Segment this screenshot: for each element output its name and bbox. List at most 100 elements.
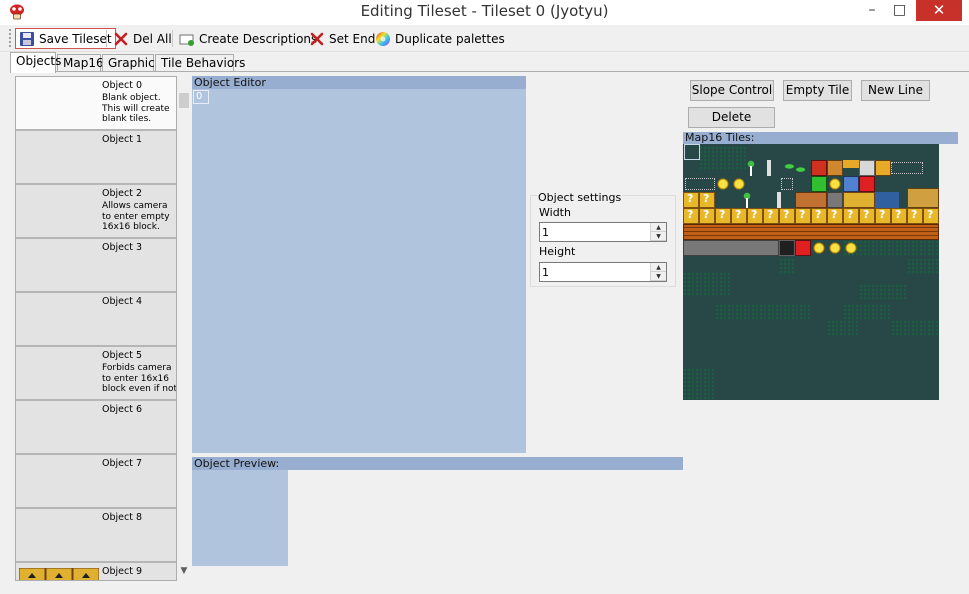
map16-tile[interactable] — [875, 208, 891, 224]
map16-tile[interactable] — [907, 258, 939, 274]
map16-tile[interactable] — [731, 176, 747, 192]
list-item-object-4[interactable]: Object 4 — [16, 293, 176, 347]
map16-tile[interactable] — [843, 192, 875, 208]
maximize-button[interactable]: □ — [886, 0, 913, 21]
list-item-object-3[interactable]: Object 3 — [16, 239, 176, 293]
map16-tile[interactable] — [843, 304, 891, 320]
map16-tile[interactable] — [827, 320, 859, 336]
map16-tile[interactable] — [827, 160, 843, 176]
list-item-object-6[interactable]: Object 6 — [16, 401, 176, 455]
tab-map16[interactable]: Map16 — [57, 54, 104, 72]
map16-tile[interactable] — [843, 240, 859, 256]
map16-tile[interactable] — [827, 240, 843, 256]
save-tileset-button[interactable]: Save Tileset — [15, 28, 116, 49]
map16-tile[interactable] — [907, 188, 939, 208]
map16-tile[interactable] — [811, 176, 827, 192]
width-up-icon[interactable]: ▲ — [651, 223, 666, 232]
map16-tile[interactable] — [843, 208, 859, 224]
map16-tile[interactable] — [923, 208, 939, 224]
map16-tile[interactable] — [699, 146, 747, 170]
list-item-object-5[interactable]: Object 5 Forbids camera to enter 16x16 b… — [16, 347, 176, 401]
minimize-button[interactable]: – — [858, 0, 886, 21]
width-down-icon[interactable]: ▼ — [651, 232, 666, 241]
map16-tile[interactable] — [685, 178, 715, 190]
map16-tile[interactable] — [683, 208, 699, 224]
new-line-button[interactable]: New Line — [861, 80, 930, 101]
tab-tile-behaviors[interactable]: Tile Behaviors — [155, 54, 245, 72]
close-button[interactable]: ✕ — [916, 0, 962, 21]
map16-tile[interactable] — [767, 160, 771, 176]
map16-tile[interactable] — [859, 284, 907, 300]
list-item-object-9[interactable]: Object 9 — [16, 563, 176, 580]
map16-tile[interactable] — [779, 240, 795, 256]
height-down-icon[interactable]: ▼ — [651, 272, 666, 281]
editor-tile-cell[interactable]: 0 — [193, 90, 209, 104]
map16-tile[interactable] — [715, 176, 731, 192]
height-input[interactable] — [540, 263, 650, 281]
set-end-button[interactable]: Set End — [306, 28, 378, 49]
duplicate-palettes-button[interactable]: Duplicate palettes — [372, 28, 508, 49]
map16-tile[interactable] — [699, 192, 715, 208]
list-item-object-7[interactable]: Object 7 — [16, 455, 176, 509]
map16-tile[interactable] — [777, 192, 781, 208]
map16-tile[interactable] — [859, 208, 875, 224]
map16-tile[interactable] — [743, 192, 751, 208]
map16-tile[interactable] — [859, 160, 875, 176]
map16-tile[interactable] — [891, 162, 923, 174]
map16-tile[interactable] — [683, 368, 715, 400]
list-item-object-0[interactable]: Object 0 Blank object. This will create … — [16, 77, 176, 131]
list-item-object-1[interactable]: Object 1 — [16, 131, 176, 185]
object-list[interactable]: Object 0 Blank object. This will create … — [15, 76, 177, 581]
slope-control-button[interactable]: Slope Control — [690, 80, 774, 101]
list-item-object-2[interactable]: Object 2 Allows camera to enter empty 16… — [16, 185, 176, 239]
scroll-down-icon[interactable]: ▼ — [177, 566, 191, 576]
map16-tile[interactable] — [683, 240, 779, 256]
map16-tile[interactable] — [779, 258, 795, 274]
toolbar-grip[interactable] — [9, 29, 12, 47]
height-stepper[interactable]: ▲ ▼ — [539, 262, 667, 282]
del-all-button[interactable]: Del All — [110, 28, 175, 49]
map16-tile[interactable] — [795, 208, 811, 224]
map16-brick-row[interactable] — [683, 224, 939, 240]
map16-tile[interactable] — [763, 208, 779, 224]
map16-tile[interactable] — [795, 240, 811, 256]
height-spin-buttons[interactable]: ▲ ▼ — [650, 263, 666, 281]
empty-tile-button[interactable]: Empty Tile — [783, 80, 852, 101]
map16-tile[interactable] — [827, 192, 843, 208]
map16-tile[interactable] — [683, 192, 699, 208]
map16-tile[interactable] — [731, 208, 747, 224]
map16-tile[interactable] — [859, 176, 875, 192]
delete-button[interactable]: Delete — [688, 107, 775, 128]
tab-objects[interactable]: Objects — [10, 52, 61, 73]
map16-tile[interactable] — [907, 208, 923, 224]
map16-tile-grid[interactable] — [683, 144, 939, 400]
map16-tile[interactable] — [715, 208, 731, 224]
map16-tile[interactable] — [843, 176, 859, 192]
map16-tile[interactable] — [891, 208, 907, 224]
map16-tile[interactable] — [779, 208, 795, 224]
map16-tile[interactable] — [875, 160, 891, 176]
map16-tile[interactable] — [795, 192, 827, 208]
map16-tile[interactable] — [827, 208, 843, 224]
width-input[interactable] — [540, 223, 650, 241]
map16-tile[interactable] — [683, 272, 731, 296]
map16-tile[interactable] — [747, 160, 755, 176]
map16-tile[interactable] — [811, 240, 827, 256]
width-spin-buttons[interactable]: ▲ ▼ — [650, 223, 666, 241]
tab-graphics[interactable]: Graphics — [102, 54, 161, 72]
list-item-object-8[interactable]: Object 8 — [16, 509, 176, 563]
map16-tile[interactable] — [699, 208, 715, 224]
map16-tile[interactable] — [875, 192, 899, 208]
map16-tile[interactable] — [747, 208, 763, 224]
width-stepper[interactable]: ▲ ▼ — [539, 222, 667, 242]
create-descriptions-button[interactable]: Create Descriptions — [176, 28, 320, 49]
map16-tile[interactable] — [781, 178, 793, 190]
map16-tile[interactable] — [811, 160, 827, 176]
map16-tile[interactable] — [891, 320, 939, 336]
map16-tile[interactable] — [781, 160, 809, 176]
map16-tile[interactable] — [811, 208, 827, 224]
height-up-icon[interactable]: ▲ — [651, 263, 666, 272]
object-editor-panel[interactable]: Object Editor 0 — [192, 76, 526, 453]
map16-tile[interactable] — [715, 304, 811, 320]
object-list-scrollbar[interactable]: ▼ — [177, 76, 191, 581]
